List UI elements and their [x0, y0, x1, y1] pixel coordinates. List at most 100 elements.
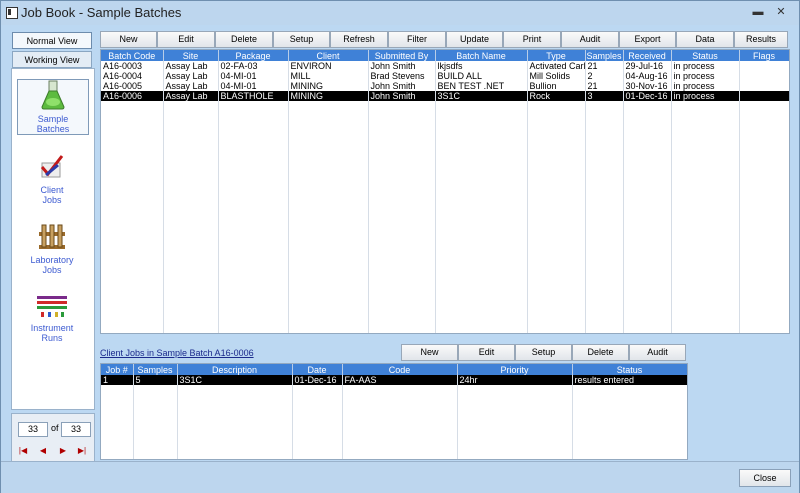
cell-samples: 5	[133, 375, 178, 385]
print-button[interactable]: Print	[503, 31, 561, 48]
empty-grid-area	[101, 385, 687, 459]
cell-received: 30-Nov-16	[623, 81, 672, 91]
cell-status: in process	[671, 61, 740, 71]
job-audit-button[interactable]: Audit	[629, 344, 686, 361]
column-header[interactable]: Batch Code	[101, 50, 164, 61]
cell-status: in process	[671, 71, 740, 81]
total-records-field: 33	[61, 422, 91, 437]
column-header[interactable]: Date	[292, 364, 343, 375]
cell-batch-name: lkjsdfs	[435, 61, 528, 71]
cell-type: Rock	[527, 91, 586, 101]
cell-code: FA-AAS	[342, 375, 458, 385]
cell-job-number: 1	[101, 375, 134, 385]
cell-received: 29-Jul-16	[623, 61, 672, 71]
column-header[interactable]: Priority	[457, 364, 573, 375]
audit-button[interactable]: Audit	[561, 31, 619, 48]
export-button[interactable]: Export	[619, 31, 676, 48]
first-record-icon[interactable]: |◀	[16, 445, 30, 457]
normal-view-button[interactable]: Normal View	[12, 32, 92, 49]
cell-received: 04-Aug-16	[623, 71, 672, 81]
nav-laboratory-jobs[interactable]: Laboratory Jobs	[17, 223, 87, 275]
column-header[interactable]: Package	[218, 50, 289, 61]
data-button[interactable]: Data	[676, 31, 734, 48]
cell-samples: 3	[585, 91, 624, 101]
close-button[interactable]: Close	[739, 469, 791, 487]
update-button[interactable]: Update	[446, 31, 503, 48]
nav-label: Instrument	[30, 323, 74, 333]
nav-instrument-runs[interactable]: Instrument Runs	[17, 293, 87, 343]
table-row-selected[interactable]: 1 5 3S1C 01-Dec-16 FA-AAS 24hr results e…	[101, 375, 687, 385]
results-button[interactable]: Results	[734, 31, 788, 48]
column-header[interactable]: Site	[163, 50, 219, 61]
job-new-button[interactable]: New	[401, 344, 458, 361]
cell-batch-name: BUILD ALL	[435, 71, 528, 81]
table-row[interactable]: A16-0003 Assay Lab 02-FA-03 ENVIRON John…	[101, 61, 789, 71]
nav-sample-batches[interactable]: Sample Batches	[17, 79, 89, 135]
bottom-bar: Close	[1, 461, 799, 493]
cell-received: 01-Dec-16	[623, 91, 672, 101]
table-row[interactable]: A16-0005 Assay Lab 04-MI-01 MINING John …	[101, 81, 789, 91]
new-button[interactable]: New	[100, 31, 157, 48]
column-header[interactable]: Batch Name	[435, 50, 528, 61]
record-pager: 33 of 33 |◀ ◀ ▶ ▶|	[11, 413, 95, 462]
cell-batch-name: BEN TEST .NET	[435, 81, 528, 91]
nav-label: Laboratory	[30, 255, 74, 265]
current-record-field[interactable]: 33	[18, 422, 48, 437]
cell-batch-name: 3S1C	[435, 91, 528, 101]
nav-label: Sample	[37, 114, 69, 124]
cell-type: Mill Solids	[527, 71, 586, 81]
delete-button[interactable]: Delete	[215, 31, 273, 48]
refresh-button[interactable]: Refresh	[330, 31, 388, 48]
filter-button[interactable]: Filter	[388, 31, 446, 48]
client-jobs-title: Client Jobs in Sample Batch A16-0006	[100, 348, 254, 358]
nav-label: Batches	[36, 124, 70, 134]
table-row[interactable]: A16-0004 Assay Lab 04-MI-01 MILL Brad St…	[101, 71, 789, 81]
last-record-icon[interactable]: ▶|	[75, 445, 89, 457]
column-header[interactable]: Samples	[133, 364, 178, 375]
next-record-icon[interactable]: ▶	[56, 445, 70, 457]
close-icon[interactable]: ✕	[774, 6, 788, 18]
column-header[interactable]: Description	[177, 364, 293, 375]
nav-label: Client	[40, 185, 64, 195]
minimize-icon[interactable]: ▬	[751, 6, 765, 18]
column-header[interactable]: Submitted By	[368, 50, 436, 61]
cell-client: ENVIRON	[288, 61, 369, 71]
window-icon	[6, 7, 18, 19]
cell-batch-code: A16-0006	[101, 91, 164, 101]
edit-button[interactable]: Edit	[157, 31, 215, 48]
spectrum-icon	[37, 296, 67, 317]
empty-grid-area	[101, 101, 789, 333]
cell-samples: 21	[585, 61, 624, 71]
column-header[interactable]: Samples	[585, 50, 624, 61]
cell-package: 04-MI-01	[218, 81, 289, 91]
column-header[interactable]: Type	[527, 50, 586, 61]
cell-client: MINING	[288, 81, 369, 91]
job-setup-button[interactable]: Setup	[515, 344, 572, 361]
nav-client-jobs[interactable]: Client Jobs	[17, 153, 87, 205]
job-delete-button[interactable]: Delete	[572, 344, 629, 361]
cell-site: Assay Lab	[163, 61, 219, 71]
column-header[interactable]: Job #	[101, 364, 134, 375]
cell-site: Assay Lab	[163, 81, 219, 91]
cell-submitted-by: John Smith	[368, 81, 436, 91]
cell-site: Assay Lab	[163, 71, 219, 81]
table-row-selected[interactable]: A16-0006 Assay Lab BLASTHOLE MINING John…	[101, 91, 789, 101]
column-header[interactable]: Code	[342, 364, 458, 375]
column-header[interactable]: Client	[288, 50, 369, 61]
column-header[interactable]: Flags	[739, 50, 789, 61]
cell-samples: 21	[585, 81, 624, 91]
cell-type: Activated Carl	[527, 61, 586, 71]
cell-package: 02-FA-03	[218, 61, 289, 71]
setup-button[interactable]: Setup	[273, 31, 330, 48]
nav-label: Runs	[41, 333, 63, 343]
column-header[interactable]: Status	[671, 50, 740, 61]
cell-batch-code: A16-0004	[101, 71, 164, 81]
job-edit-button[interactable]: Edit	[458, 344, 515, 361]
cell-flags	[739, 81, 789, 91]
column-header[interactable]: Status	[572, 364, 687, 375]
working-view-button[interactable]: Working View	[12, 51, 92, 68]
column-header[interactable]: Received	[623, 50, 672, 61]
cell-description: 3S1C	[177, 375, 293, 385]
nav-label: Jobs	[42, 195, 62, 205]
previous-record-icon[interactable]: ◀	[36, 445, 50, 457]
